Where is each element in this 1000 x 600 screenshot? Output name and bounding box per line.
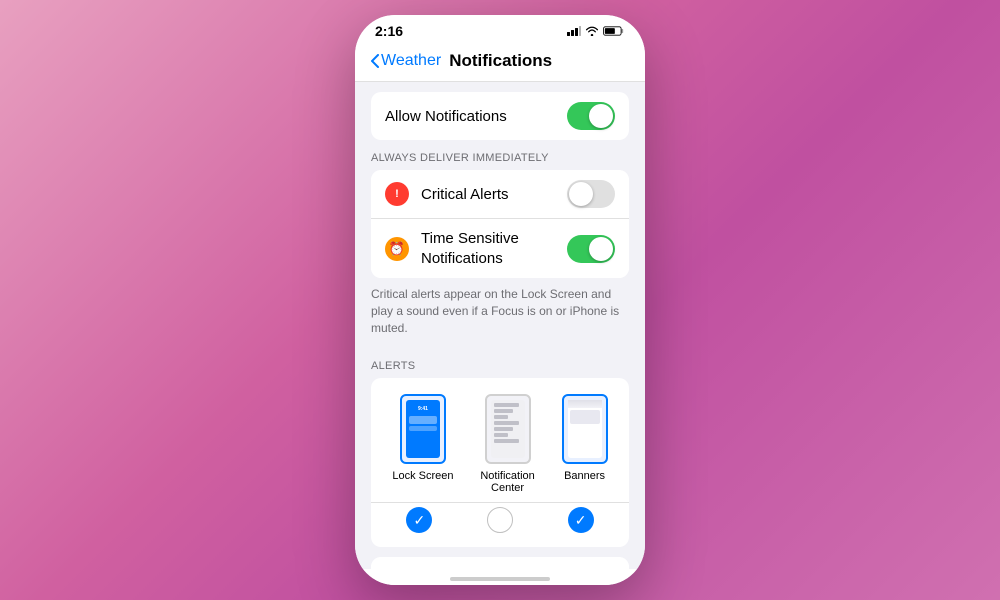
page-title: Notifications: [449, 51, 552, 71]
alerts-card: 9:41 Lock Screen: [371, 378, 629, 547]
allow-notifications-toggle[interactable]: [567, 102, 615, 130]
lock-screen-phone-icon: 9:41: [400, 394, 446, 464]
time-sensitive-row[interactable]: ⏰ Time Sensitive Notifications: [371, 219, 629, 278]
allow-notifications-card: Allow Notifications: [371, 92, 629, 140]
banners-check[interactable]: ✓: [568, 507, 594, 533]
back-label: Weather: [381, 52, 441, 70]
critical-alerts-icon: !: [385, 182, 409, 206]
time-sensitive-icon: ⏰: [385, 237, 409, 261]
banners-option[interactable]: Banners: [562, 394, 608, 494]
signal-icon: [567, 26, 581, 36]
always-deliver-card: ! Critical Alerts ⏰ Time Sensitive Notif…: [371, 170, 629, 278]
lock-screen-label: Lock Screen: [392, 470, 453, 482]
banner-style-row[interactable]: Banner Style Temporary ›: [371, 557, 629, 569]
settings-content: Allow Notifications Always Deliver Immed…: [355, 82, 645, 569]
critical-alerts-label: Critical Alerts: [421, 186, 567, 203]
allow-notifications-row[interactable]: Allow Notifications: [371, 92, 629, 140]
lock-screen-option[interactable]: 9:41 Lock Screen: [392, 394, 453, 494]
back-button[interactable]: Weather: [371, 52, 441, 70]
time-sensitive-toggle[interactable]: [567, 235, 615, 263]
check-row: ✓ ✓: [371, 502, 629, 547]
lock-screen-check[interactable]: ✓: [406, 507, 432, 533]
bottom-bar: [355, 569, 645, 585]
notification-center-label: NotificationCenter: [480, 470, 534, 494]
home-indicator[interactable]: [450, 577, 550, 581]
allow-notifications-label: Allow Notifications: [385, 108, 567, 125]
status-bar: 2:16: [355, 15, 645, 43]
banners-label: Banners: [564, 470, 605, 482]
notification-center-phone-icon: [485, 394, 531, 464]
wifi-icon: [585, 26, 599, 36]
critical-alerts-toggle[interactable]: [567, 180, 615, 208]
status-icons: [567, 26, 625, 36]
alert-options-row: 9:41 Lock Screen: [371, 378, 629, 502]
battery-icon: [603, 26, 625, 36]
critical-alerts-description: Critical alerts appear on the Lock Scree…: [355, 278, 645, 348]
always-deliver-header: Always Deliver Immediately: [355, 140, 645, 170]
critical-alerts-row[interactable]: ! Critical Alerts: [371, 170, 629, 219]
chevron-left-icon: [371, 54, 379, 68]
banners-phone-icon: [562, 394, 608, 464]
notification-center-check[interactable]: [487, 507, 513, 533]
nav-bar: Weather Notifications: [355, 43, 645, 82]
alerts-header: Alerts: [355, 348, 645, 378]
phone-frame: 2:16 Weather: [355, 15, 645, 585]
notification-center-option[interactable]: NotificationCenter: [480, 394, 534, 494]
status-time: 2:16: [375, 23, 403, 39]
time-sensitive-label: Time Sensitive Notifications: [421, 229, 567, 268]
banner-sounds-card: Banner Style Temporary › Sounds: [371, 557, 629, 569]
